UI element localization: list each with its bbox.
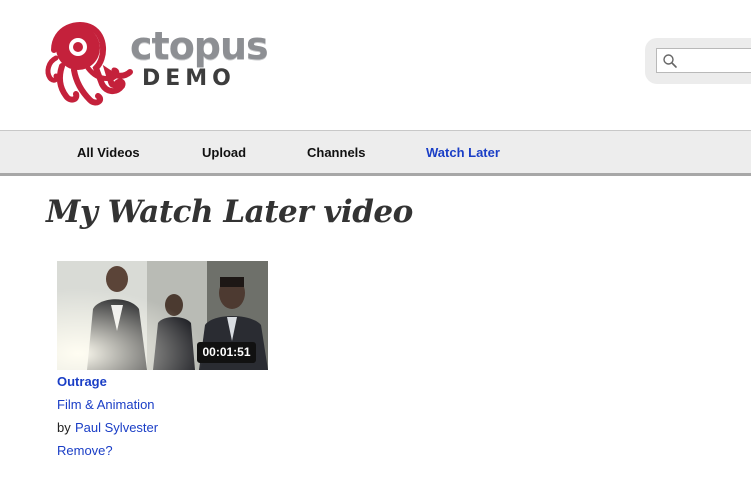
site-logo[interactable]: ctopus DEMO	[44, 14, 269, 110]
video-title-link[interactable]: Outrage	[57, 374, 107, 389]
video-duration-badge: 00:01:51	[197, 342, 256, 363]
logo-subtitle: DEMO	[142, 66, 236, 91]
octopus-icon	[45, 21, 133, 106]
nav-watch-later[interactable]: Watch Later	[426, 145, 500, 160]
search-icon	[663, 54, 677, 68]
main-nav: All Videos Upload Channels Watch Later	[0, 130, 751, 176]
page-title: My Watch Later video	[46, 194, 413, 230]
site-header: ctopus DEMO	[0, 0, 751, 130]
nav-channels[interactable]: Channels	[307, 145, 366, 160]
video-category-link[interactable]: Film & Animation	[57, 397, 155, 412]
nav-upload[interactable]: Upload	[202, 145, 246, 160]
remove-video-link[interactable]: Remove?	[57, 443, 113, 458]
search-field[interactable]	[656, 48, 751, 73]
nav-all-videos[interactable]: All Videos	[77, 145, 140, 160]
search-container	[645, 38, 751, 84]
video-author-link[interactable]: Paul Sylvester	[75, 420, 158, 435]
search-input[interactable]	[681, 51, 751, 70]
video-by-label: by	[57, 420, 71, 435]
logo-wordmark: ctopus	[130, 24, 269, 68]
